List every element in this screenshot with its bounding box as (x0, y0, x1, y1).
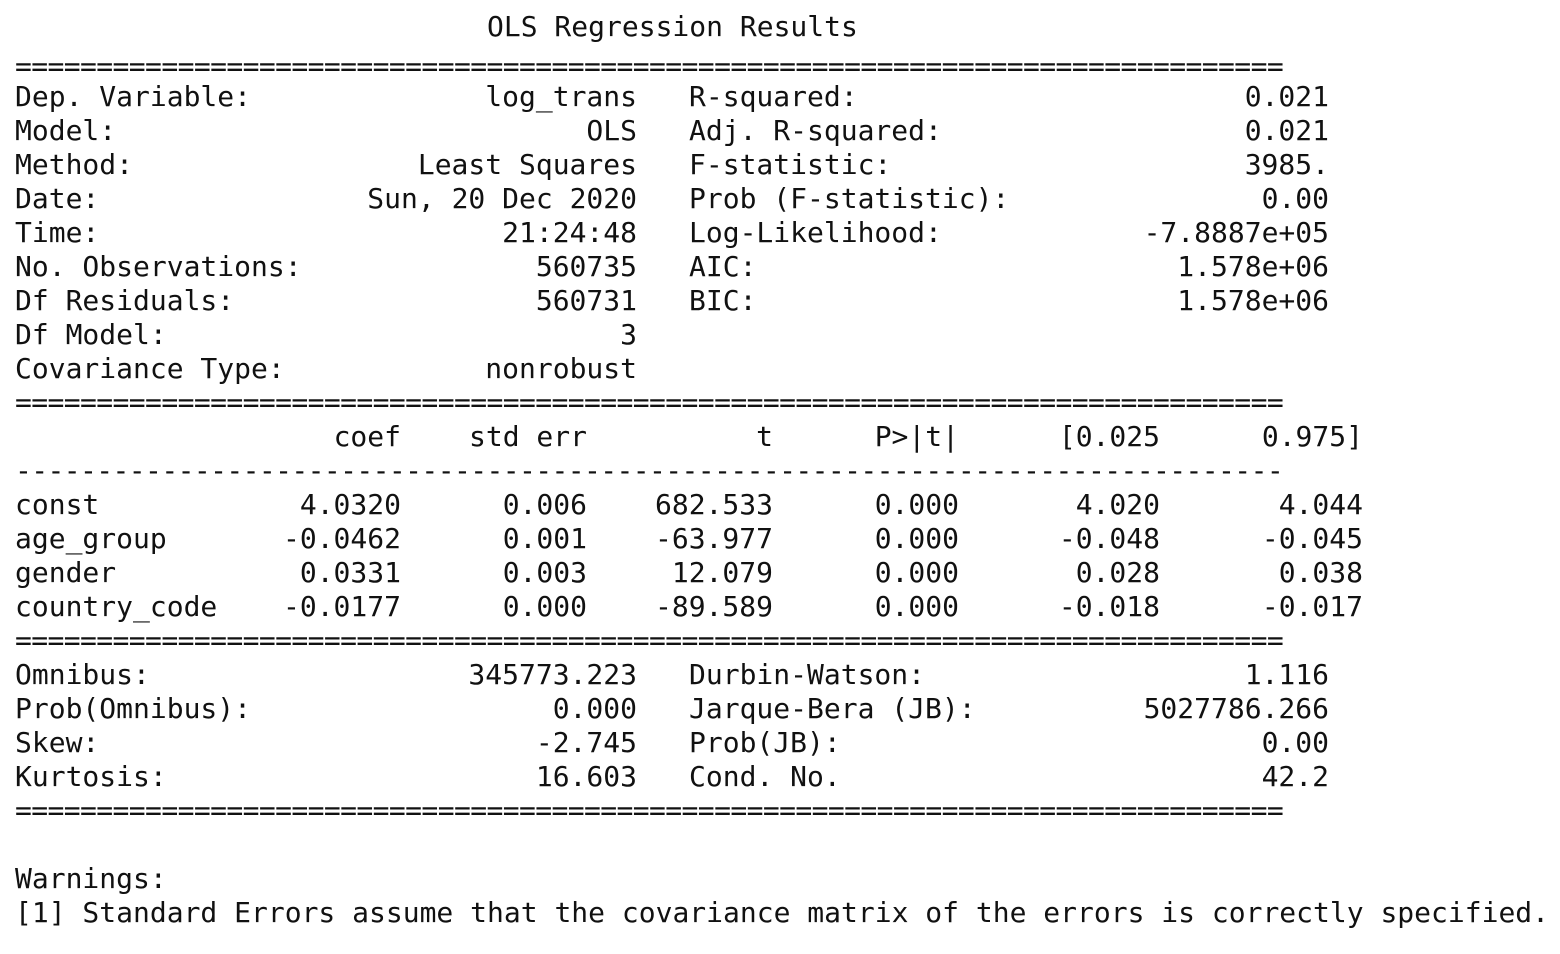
stat-value: 3985. (1244, 148, 1329, 181)
separator-bottom: ========================================… (15, 794, 1284, 827)
stat-value: -2.745 (535, 726, 637, 759)
stat-label: BIC: (689, 284, 757, 317)
stat-label: Log-Likelihood: (689, 216, 942, 249)
stat-value: 560731 (535, 284, 637, 317)
stat-label: Cond. No. (689, 760, 841, 793)
stat-label: AIC: (689, 250, 757, 283)
stat-label: Df Model: (15, 318, 167, 351)
coef-value: -0.017 (1261, 590, 1363, 623)
separator-coef-bottom: ========================================… (15, 624, 1284, 657)
stat-value: 3 (620, 318, 637, 351)
stat-value: 345773.223 (468, 658, 637, 691)
stat-label: Omnibus: (15, 658, 150, 691)
stat-label: Skew: (15, 726, 100, 759)
stat-label: Kurtosis: (15, 760, 167, 793)
stat-value: 0.021 (1244, 80, 1329, 113)
stat-label: Date: (15, 182, 100, 215)
stat-label: Durbin-Watson: (689, 658, 926, 691)
stat-value: -7.8887e+05 (1143, 216, 1329, 249)
stat-value: 42.2 (1261, 760, 1329, 793)
stat-label: Method: (15, 148, 134, 181)
stat-label: Time: (15, 216, 100, 249)
stat-label: Prob(Omnibus): (15, 692, 252, 725)
stat-value: 1.578e+06 (1177, 250, 1329, 283)
stat-value: Least Squares (417, 148, 637, 181)
warning-text: [1] Standard Errors assume that the cova… (15, 896, 1550, 929)
stat-value: 21:24:48 (502, 216, 637, 249)
stat-value: log_trans (485, 80, 637, 113)
stat-value: 0.000 (552, 692, 637, 725)
stat-label: Dep. Variable: (15, 80, 252, 113)
stat-label: Prob(JB): (689, 726, 841, 759)
stat-value: Sun, 20 Dec 2020 (367, 182, 637, 215)
stat-label: Df Residuals: (15, 284, 235, 317)
ols-summary: OLS Regression Results =================… (15, 10, 1555, 940)
stat-value: OLS (586, 114, 637, 147)
separator-coef-header: ----------------------------------------… (15, 454, 1284, 487)
summary-title: OLS Regression Results (487, 10, 858, 43)
coef-value: 0.038 (1278, 556, 1363, 589)
separator-top: ========================================… (15, 50, 1284, 83)
stat-label: Model: (15, 114, 117, 147)
stat-value: nonrobust (485, 352, 637, 385)
stat-value: 5027786.266 (1143, 692, 1329, 725)
coef-column-header: 0.975] (1261, 420, 1363, 453)
stat-value: 0.021 (1244, 114, 1329, 147)
warnings-heading: Warnings: (15, 862, 167, 895)
stat-value: 0.00 (1261, 726, 1329, 759)
stat-value: 1.116 (1244, 658, 1329, 691)
stat-label: R-squared: (689, 80, 858, 113)
stat-label: F-statistic: (689, 148, 892, 181)
stat-label: Adj. R-squared: (689, 114, 942, 147)
stat-value: 16.603 (535, 760, 637, 793)
stat-value: 0.00 (1261, 182, 1329, 215)
coef-value: 4.044 (1278, 488, 1363, 521)
stat-value: 1.578e+06 (1177, 284, 1329, 317)
separator-coef-top: ========================================… (15, 386, 1284, 419)
stat-value: 560735 (535, 250, 637, 283)
coef-value: -0.045 (1261, 522, 1363, 555)
